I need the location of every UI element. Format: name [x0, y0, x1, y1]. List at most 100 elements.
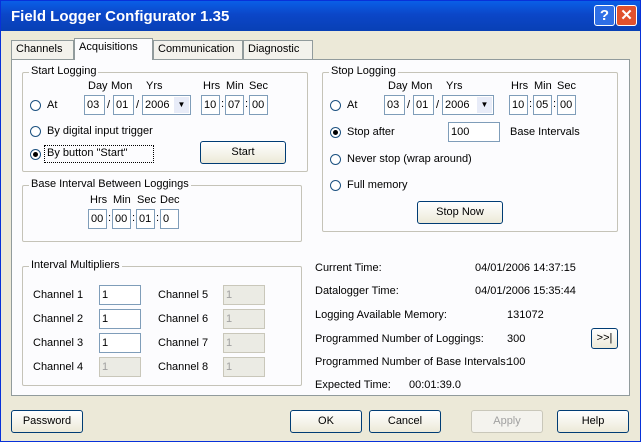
stop-hrs-field[interactable]: 10 — [509, 95, 528, 115]
bi-dec-header: Dec — [160, 194, 180, 206]
chevron-down-icon[interactable]: ▼ — [174, 97, 189, 113]
tab-communication[interactable]: Communication — [153, 40, 243, 59]
num-base-value: 100 — [507, 356, 526, 368]
stop-year-value: 2006 — [445, 99, 470, 111]
bi-dec-field[interactable]: 0 — [160, 209, 179, 229]
start-button[interactable]: Start — [200, 141, 286, 164]
current-time-value: 04/01/2006 14:37:15 — [475, 262, 576, 274]
full-memory-label: Full memory — [347, 179, 408, 191]
channel-6-field: 1 — [223, 309, 265, 329]
interval-multipliers-group: Interval Multipliers Channel 1 1 Channel… — [22, 259, 302, 386]
tab-diagnostic[interactable]: Diagnostic — [243, 40, 313, 59]
stop-day-header: Day — [388, 80, 408, 92]
never-stop-radio[interactable] — [330, 154, 341, 165]
tab-channels[interactable]: Channels — [11, 40, 74, 59]
start-mon-field[interactable]: 01 — [113, 95, 134, 115]
stop-sec-field[interactable]: 00 — [557, 95, 576, 115]
help-button[interactable]: Help — [557, 410, 629, 433]
num-loggings-value: 300 — [507, 333, 526, 345]
stop-min-field[interactable]: 05 — [533, 95, 552, 115]
start-at-radio[interactable] — [30, 100, 41, 111]
memory-value: 131072 — [507, 309, 544, 321]
sec-header: Sec — [249, 80, 268, 92]
channel-2-label: Channel 2 — [33, 313, 84, 325]
bi-min-field[interactable]: 00 — [112, 209, 131, 229]
stop-after-field[interactable]: 100 — [448, 122, 500, 142]
digital-trigger-radio[interactable] — [30, 126, 41, 137]
channel-6-label: Channel 6 — [158, 313, 209, 325]
password-button[interactable]: Password — [11, 410, 83, 433]
help-icon[interactable]: ? — [594, 5, 615, 26]
close-icon[interactable]: ✕ — [616, 5, 637, 26]
channel-4-label: Channel 4 — [33, 361, 84, 373]
configurator-window: Field Logger Configurator 1.35 ? ✕ Chann… — [0, 0, 641, 442]
stop-day-field[interactable]: 03 — [384, 95, 405, 115]
channel-8-label: Channel 8 — [158, 361, 209, 373]
button-start-label: By button "Start" — [47, 147, 128, 159]
expand-button[interactable]: >>| — [591, 328, 618, 349]
hrs-header: Hrs — [203, 80, 221, 92]
stop-mon-header: Mon — [411, 80, 433, 92]
digital-trigger-label: By digital input trigger — [47, 125, 153, 137]
base-intervals-label: Base Intervals — [510, 126, 580, 138]
stop-at-radio[interactable] — [330, 100, 341, 111]
stop-yrs-header: Yrs — [446, 80, 463, 92]
expected-time-value: 00:01:39.0 — [409, 379, 461, 391]
interval-multipliers-title: Interval Multipliers — [29, 259, 122, 271]
channel-2-field[interactable]: 1 — [99, 309, 141, 329]
stop-at-label: At — [347, 99, 358, 111]
ok-button[interactable]: OK — [290, 410, 362, 433]
window-title: Field Logger Configurator 1.35 — [11, 8, 230, 25]
yrs-header: Yrs — [146, 80, 163, 92]
acquisitions-panel: Start Logging Day Mon Yrs Hrs Min Sec At… — [11, 59, 630, 396]
channel-3-field[interactable]: 1 — [99, 333, 141, 353]
apply-button: Apply — [471, 410, 543, 433]
start-hrs-field[interactable]: 10 — [201, 95, 220, 115]
mon-header: Mon — [111, 80, 133, 92]
start-min-field[interactable]: 07 — [225, 95, 244, 115]
stop-after-label: Stop after — [347, 126, 395, 138]
start-logging-title: Start Logging — [29, 65, 99, 77]
stop-logging-group: Stop Logging Day Mon Yrs Hrs Min Sec At … — [322, 65, 618, 232]
channel-7-label: Channel 7 — [158, 337, 209, 349]
datalogger-time-label: Datalogger Time: — [315, 285, 399, 297]
bi-sec-field[interactable]: 01 — [136, 209, 155, 229]
cancel-button[interactable]: Cancel — [369, 410, 441, 433]
base-interval-title: Base Interval Between Loggings — [29, 178, 191, 190]
expected-time-label: Expected Time: — [315, 379, 391, 391]
title-bar[interactable]: Field Logger Configurator 1.35 ? ✕ — [1, 1, 640, 31]
never-stop-label: Never stop (wrap around) — [347, 153, 472, 165]
channel-1-field[interactable]: 1 — [99, 285, 141, 305]
tab-acquisitions[interactable]: Acquisitions — [74, 38, 153, 60]
bi-sec-header: Sec — [137, 194, 156, 206]
channel-4-field: 1 — [99, 357, 141, 377]
stop-now-button[interactable]: Stop Now — [417, 201, 503, 224]
full-memory-radio[interactable] — [330, 180, 341, 191]
channel-5-label: Channel 5 — [158, 289, 209, 301]
stop-mon-field[interactable]: 01 — [413, 95, 434, 115]
stop-after-radio[interactable] — [330, 127, 341, 138]
num-loggings-label: Programmed Number of Loggings: — [315, 333, 484, 345]
channel-5-field: 1 — [223, 285, 265, 305]
channel-3-label: Channel 3 — [33, 337, 84, 349]
datalogger-time-value: 04/01/2006 15:35:44 — [475, 285, 576, 297]
stop-hrs-header: Hrs — [511, 80, 529, 92]
chevron-down-icon[interactable]: ▼ — [477, 97, 492, 113]
start-year-value: 2006 — [145, 99, 170, 111]
start-year-select[interactable]: 2006 ▼ — [142, 95, 191, 115]
num-base-label: Programmed Number of Base Intervals: — [315, 356, 509, 368]
channel-8-field: 1 — [223, 357, 265, 377]
current-time-label: Current Time: — [315, 262, 382, 274]
start-at-label: At — [47, 99, 58, 111]
base-interval-group: Base Interval Between Loggings Hrs Min S… — [22, 178, 302, 242]
min-header: Min — [226, 80, 244, 92]
channel-1-label: Channel 1 — [33, 289, 84, 301]
start-day-field[interactable]: 03 — [84, 95, 105, 115]
button-start-radio[interactable] — [30, 149, 41, 160]
memory-label: Logging Available Memory: — [315, 309, 447, 321]
bi-min-header: Min — [113, 194, 131, 206]
stop-year-select[interactable]: 2006 ▼ — [442, 95, 494, 115]
start-sec-field[interactable]: 00 — [249, 95, 268, 115]
bi-hrs-field[interactable]: 00 — [88, 209, 107, 229]
channel-7-field: 1 — [223, 333, 265, 353]
